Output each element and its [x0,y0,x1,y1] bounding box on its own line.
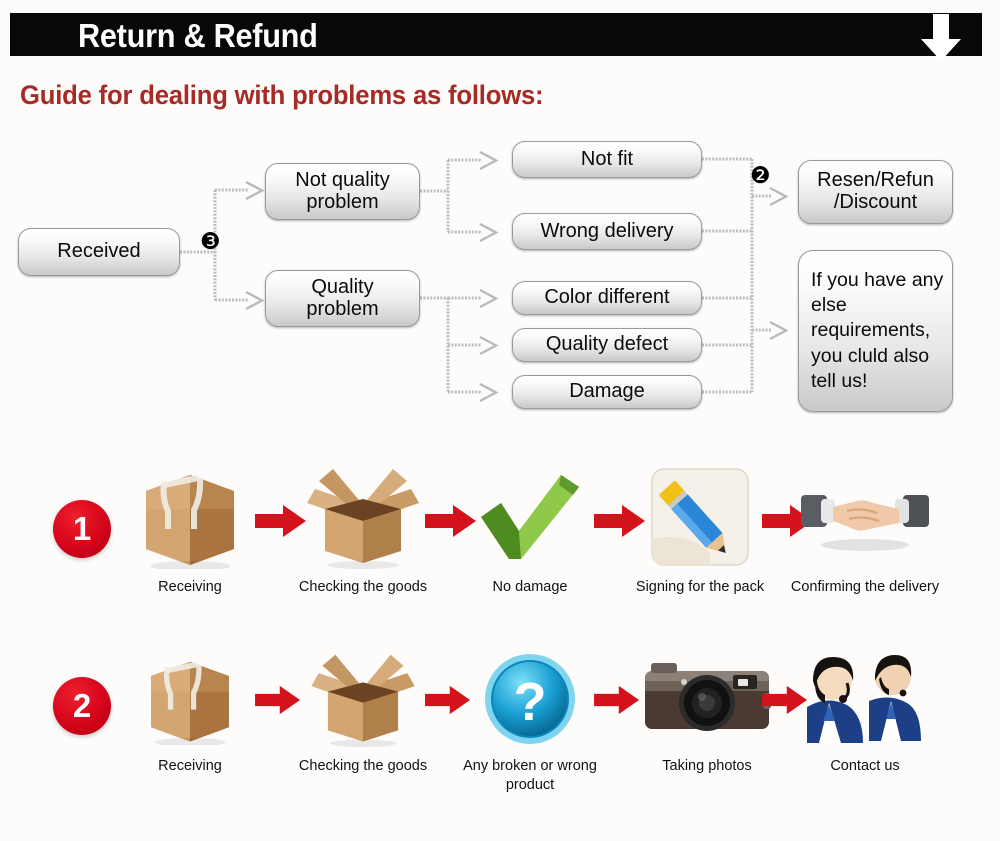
step-cell-checking-goods: Checking the goods [288,458,438,643]
step-cell-no-damage: No damage [455,458,605,643]
green-check-icon [455,458,605,576]
flow-node-label: If you have any else requirements, you c… [811,268,944,393]
svg-text:?: ? [514,672,547,732]
flow-node-resend-refund-discount[interactable]: Resen/Refun /Discount [798,160,953,224]
flow-node-not-fit[interactable]: Not fit [512,141,702,178]
step-cell-signing: Signing for the pack [625,458,775,643]
step-cell-taking-photos: Taking photos [632,645,782,830]
flow-node-if-you-have-requirements[interactable]: If you have any else requirements, you c… [798,250,953,412]
row-number-badge-2: 2 [53,677,111,735]
flow-node-damage[interactable]: Damage [512,375,702,409]
flow-node-quality-defect[interactable]: Quality defect [512,328,702,362]
step-caption: Any broken or wrong product [463,758,597,793]
flow-node-label: Not quality problem [295,168,390,213]
flowchart: Received Not quality problem Quality pro… [0,0,1000,430]
pencil-signing-icon [625,458,775,576]
step-cell-checking-goods: Checking the goods [288,645,438,830]
step-cell-any-broken: ? Any broken or wrong product [455,645,605,830]
open-box-icon [288,458,438,576]
step-badge-three: ❸ [200,229,221,255]
flow-node-color-different[interactable]: Color different [512,281,702,315]
flow-node-not-quality-problem[interactable]: Not quality problem [265,163,420,220]
closed-box-icon [115,645,265,753]
step-cell-receiving: Receiving [115,645,265,830]
step-caption: Checking the goods [298,579,428,595]
return-refund-page: Return & Refund Guide for dealing with p… [0,0,1000,841]
step-cell-receiving: Receiving [115,458,265,643]
handshake-icon [790,458,940,576]
step-caption: Receiving [158,758,222,774]
step-caption: Signing for the pack [635,579,765,595]
flow-node-quality-problem[interactable]: Quality problem [265,270,420,327]
open-box-icon [288,645,438,753]
flow-node-wrong-delivery[interactable]: Wrong delivery [512,213,702,250]
steps-row-2: 2 Receiving Checking the goods ? Any bro… [0,645,1000,830]
step-caption: Checking the goods [298,758,428,774]
steps-section: 1 Receiving Checking the goods No damage… [0,440,1000,841]
flow-node-label: Quality problem [306,275,379,320]
steps-row-1: 1 Receiving Checking the goods No damage… [0,458,1000,643]
step-caption: Contact us [830,758,900,774]
step-caption: Receiving [158,579,222,595]
question-mark-icon: ? [455,645,605,753]
step-cell-confirming: Confirming the delivery [790,458,940,643]
step-cell-contact-us: Contact us [790,645,940,830]
step-caption: Confirming the delivery [790,579,940,595]
flow-node-label: Resen/Refun /Discount [817,169,934,213]
camera-icon [632,645,782,753]
step-caption: No damage [492,579,568,595]
support-people-icon [790,645,940,753]
step-caption: Taking photos [662,758,752,774]
flow-node-received[interactable]: Received [18,228,180,276]
step-badge-two: ❷ [750,163,771,189]
closed-box-icon [115,458,265,576]
row-number-badge-1: 1 [53,500,111,558]
